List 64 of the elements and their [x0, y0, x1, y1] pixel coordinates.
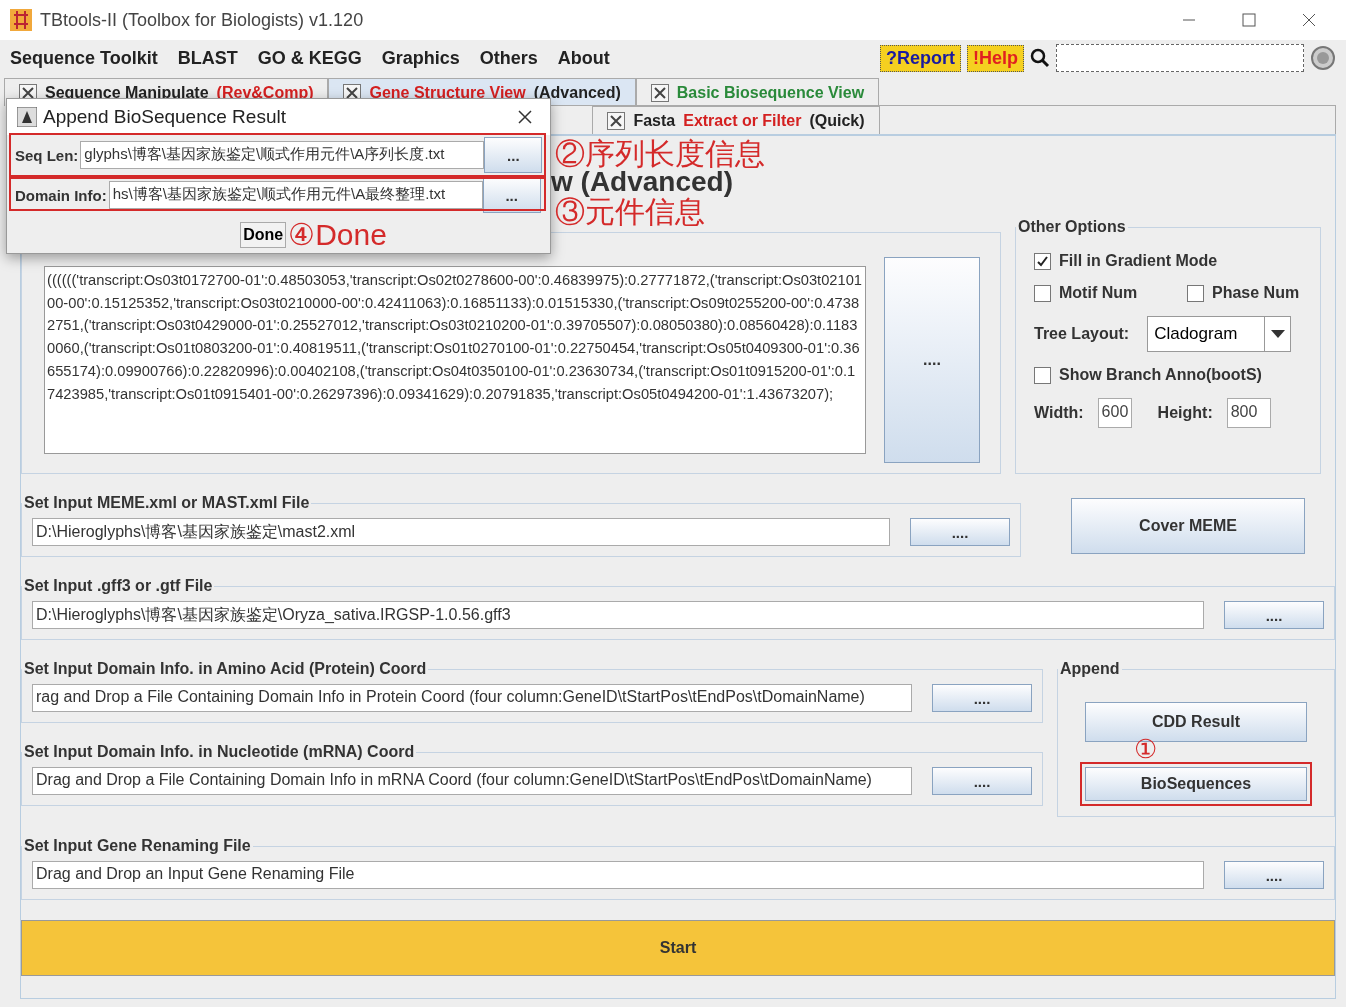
field-label: Domain Info:	[15, 186, 107, 204]
annotation-text: ④Done	[288, 217, 387, 252]
checkbox[interactable]	[1034, 366, 1051, 384]
file-path-field[interactable]: Drag and Drop an Input Gene Renaming File	[32, 861, 1204, 889]
search-icon[interactable]	[1030, 48, 1050, 68]
circle-icon[interactable]	[1310, 45, 1336, 71]
section-title: Append	[1059, 660, 1121, 678]
section-title: Set Input MEME.xml or MAST.xml File	[23, 494, 311, 512]
search-field[interactable]	[1056, 44, 1304, 72]
tree-text-field[interactable]: (((((('transcript:Os03t0172700-01':0.48503053,'transcript:Os02t0278600-00':0.46839975):0.27771872,('transcript:Os03t0210100-00':0.15125352,'transcript:Os03t0210000-00':0.42411063):0.16851133):0.01515330,('transcript:Os09t0255200-00':0.47382751,('transcript:Os03t0429000-01':0.25527012,'transcript:Os03t0210200-01':0.39705507):0.08050380):0.08560428):0.11830060,('transcript:Os01t0803200-01':0.40819511,('transcript:Os01t0270100-01':0.22750454,'transcript:Os05t0409300-01':0.36655174):0.09900766):0.22820996):0.00402108,('transcript:Os04t0350100-01':0.23630734,('transcript:Os01t0915200-01':0.17423985,'transcript:Os01t0915401-00':0.26297396):0.09341629):0.20791835,'transcript:Os05t0494200-01':1.43673207);	[44, 266, 866, 454]
close-icon[interactable]	[607, 111, 626, 130]
close-icon[interactable]	[518, 110, 532, 124]
file-path-field[interactable]: rag and Drop a File Containing Domain Info in Protein Coord (four column:GeneID\tStartPos\tEndPos\tDomainName)	[32, 684, 912, 712]
layout-dropdown[interactable]: Cladogram	[1147, 316, 1292, 352]
section-title: Set Input Gene Renaming File	[23, 837, 252, 855]
menu-item[interactable]: BLAST	[177, 47, 238, 69]
checkbox[interactable]	[1187, 284, 1204, 302]
file-path-field[interactable]: D:\Hieroglyphs\博客\基因家族鉴定\mast2.xml	[32, 518, 890, 546]
browse-button[interactable]: ...	[484, 137, 543, 173]
browse-button[interactable]: ....	[932, 767, 1032, 795]
checkbox-label: Show Branch Anno(bootS)	[1059, 366, 1262, 384]
file-path-field[interactable]: hs\博客\基因家族鉴定\顺式作用元件\A最终整理.txt	[108, 181, 483, 209]
caret-icon	[1270, 330, 1285, 338]
menu-item[interactable]: Sequence Toolkit	[10, 47, 158, 69]
checkbox-label: Fill in Gradient Mode	[1059, 252, 1218, 270]
window-title: TBtools-II (Toolbox for Biologists) v1.120	[40, 9, 364, 31]
close-icon[interactable]	[1302, 13, 1316, 27]
cover-meme-button[interactable]: Cover MEME	[1071, 497, 1305, 554]
field-label: Height:	[1157, 404, 1213, 422]
menu-item[interactable]: About	[557, 47, 610, 69]
field-label: Tree Layout:	[1034, 325, 1130, 343]
app-icon	[10, 9, 32, 31]
file-path-field[interactable]: Drag and Drop a File Containing Domain Info in mRNA Coord (four column:GeneID\tStartPos\tEndPos\tDomainName)	[32, 767, 912, 795]
checkbox[interactable]	[1034, 284, 1051, 302]
browse-button[interactable]: ....	[932, 684, 1032, 712]
close-icon[interactable]	[650, 83, 669, 102]
tree-button[interactable]: ....	[884, 257, 980, 463]
browse-button[interactable]: ....	[1224, 861, 1324, 889]
menu-button[interactable]: ?Report	[880, 44, 961, 72]
annotation-text: ②序列长度信息	[555, 137, 765, 170]
section-title: Set Input Domain Info. in Nucleotide (mRNA) Coord	[23, 743, 416, 761]
field-label: Seq Len:	[15, 146, 79, 164]
tab[interactable]: Fasta Extract or Filter (Quick)	[592, 106, 880, 134]
width-field[interactable]: 600	[1097, 398, 1132, 428]
checkbox[interactable]	[1034, 252, 1051, 270]
section-title: Set Input Domain Info. in Amino Acid (Protein) Coord	[23, 660, 428, 678]
browse-button[interactable]: ....	[910, 518, 1010, 546]
file-path-field[interactable]: D:\Hieroglyphs\博客\基因家族鉴定\Oryza_sativa.IRGSP-1.0.56.gff3	[32, 601, 1204, 629]
biosequences-button[interactable]: BioSequences	[1085, 767, 1307, 801]
checkbox-label: Motif Num	[1059, 284, 1139, 302]
menu-item[interactable]: Graphics	[381, 47, 460, 69]
section-title: Other Options	[1017, 218, 1127, 236]
menu-item[interactable]: Others	[479, 47, 538, 69]
menu-item[interactable]: GO & KEGG	[257, 47, 362, 69]
file-path-field[interactable]: glyphs\博客\基因家族鉴定\顺式作用元件\A序列长度.txt	[80, 141, 485, 169]
dialog-title: Append BioSequence Result	[43, 106, 286, 128]
height-field[interactable]: 800	[1226, 398, 1271, 428]
browse-button[interactable]: ....	[1224, 601, 1324, 629]
start-button[interactable]: Start	[21, 920, 1335, 976]
done-button[interactable]: Done	[240, 221, 287, 248]
checkbox-label: Phase Num	[1212, 284, 1301, 302]
section-title: Set Input .gff3 or .gtf File	[23, 577, 214, 595]
tab[interactable]: Basic Biosequence View	[635, 78, 880, 106]
field-label: Width:	[1034, 404, 1084, 422]
